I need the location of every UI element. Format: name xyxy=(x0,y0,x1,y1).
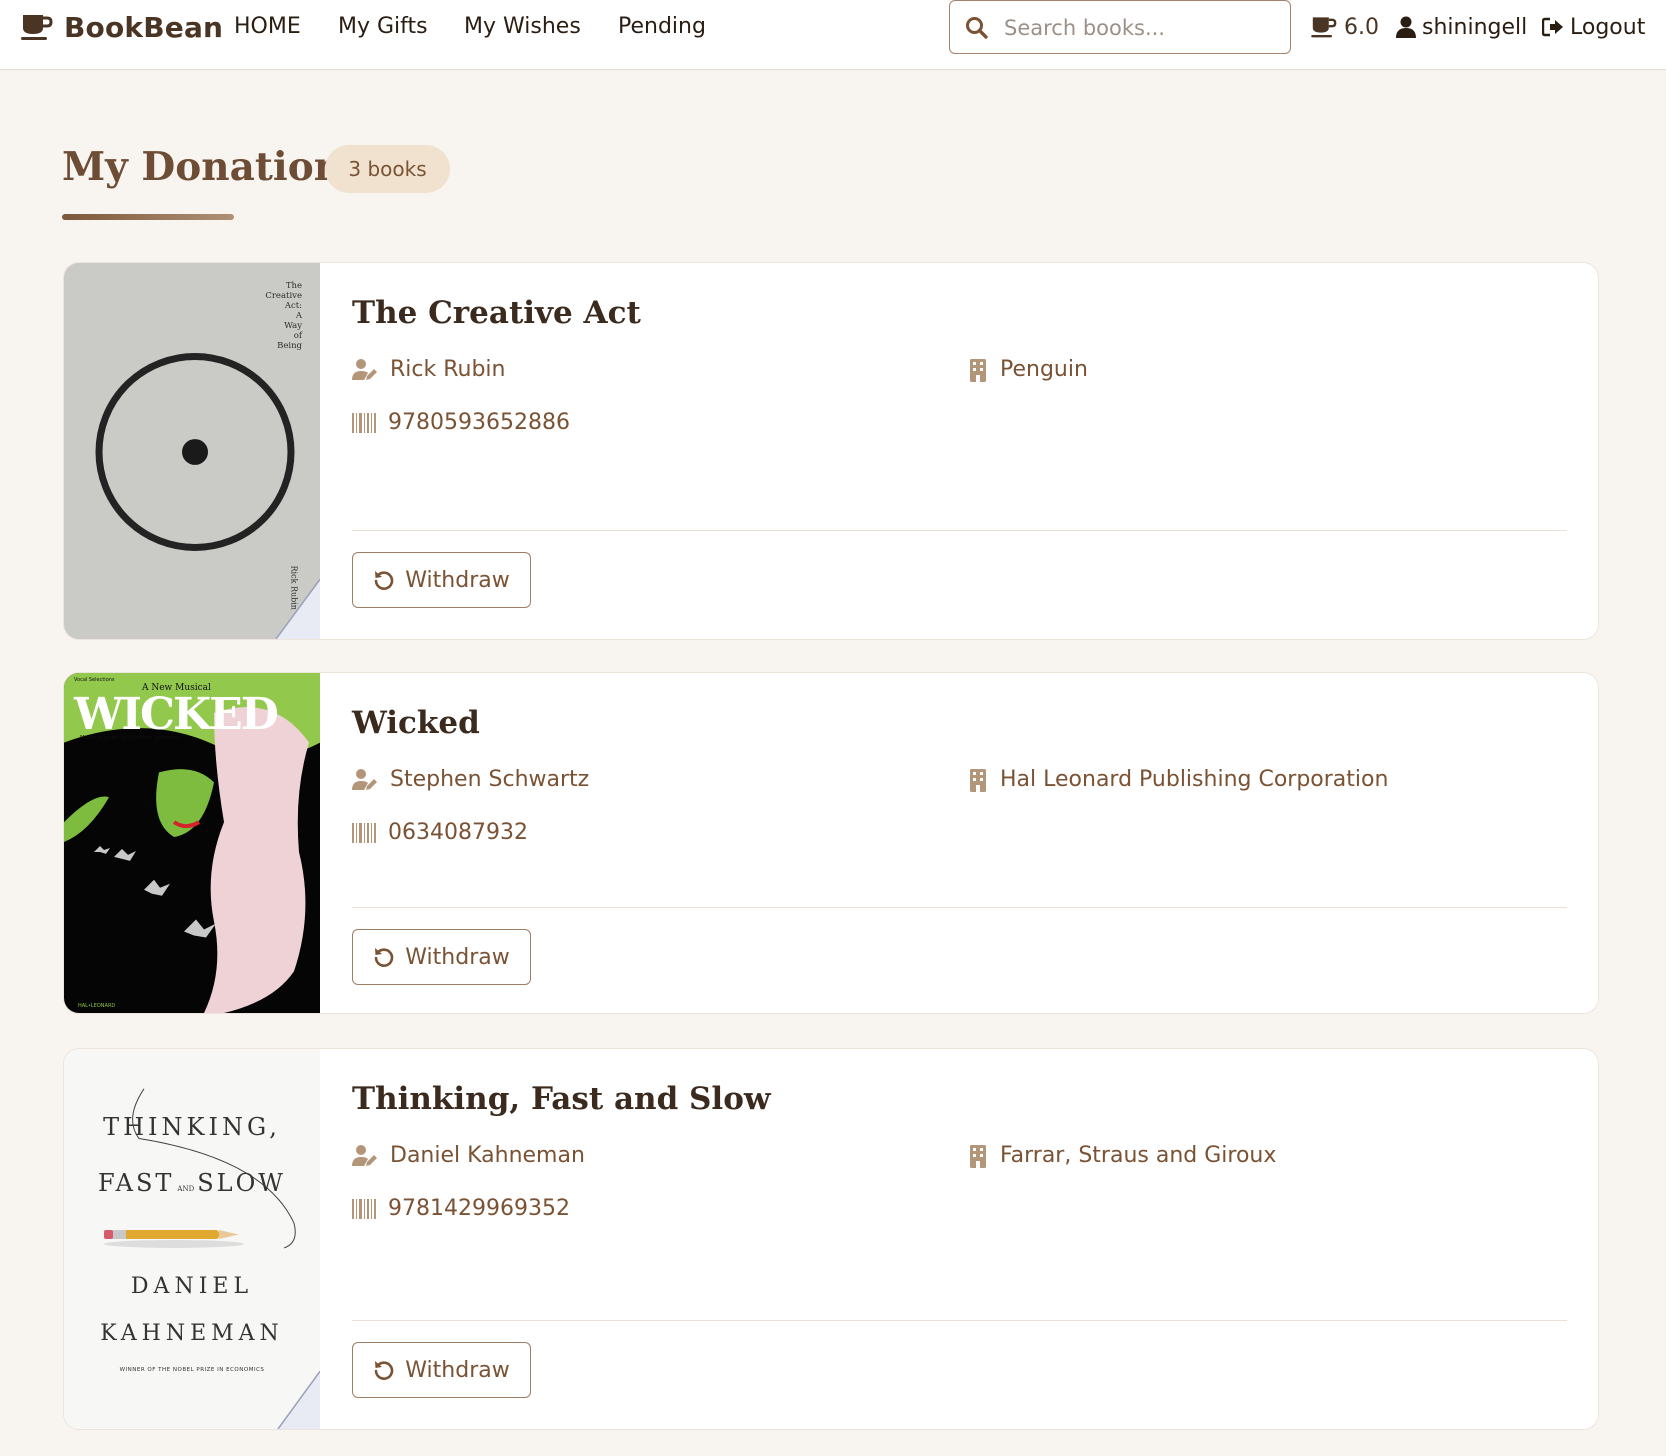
top-navbar: BookBean HOME My Gifts My Wishes Pending… xyxy=(0,0,1666,70)
card-divider xyxy=(352,1320,1567,1321)
title-underline xyxy=(62,214,234,220)
user-pen-icon xyxy=(352,768,377,790)
book-title: Wicked xyxy=(352,705,480,741)
coffee-cup-icon xyxy=(21,15,53,40)
nav-home[interactable]: HOME xyxy=(234,10,301,44)
user-profile-link[interactable]: shiningell xyxy=(1396,10,1527,44)
book-cover: THINKING, FAST AND SLOW DANIEL KAHNEMAN WI… xyxy=(64,1049,320,1429)
cover-author1: DANIEL xyxy=(130,1274,254,1299)
book-publisher: Penguin xyxy=(968,357,1088,382)
nav-my-gifts[interactable]: My Gifts xyxy=(338,10,428,44)
publisher-name: Farrar, Straus and Giroux xyxy=(1000,1143,1277,1168)
author-name: Rick Rubin xyxy=(390,357,506,382)
book-title: Thinking, Fast and Slow xyxy=(352,1081,771,1117)
withdraw-label: Withdraw xyxy=(405,1357,510,1383)
logout-label: Logout xyxy=(1570,14,1646,40)
user-pen-icon xyxy=(352,358,377,380)
book-title: The Creative Act xyxy=(352,295,641,331)
isbn-value: 9780593652886 xyxy=(388,410,570,435)
nav-my-wishes[interactable]: My Wishes xyxy=(464,10,581,44)
user-pen-icon xyxy=(352,1144,377,1166)
bean-count: 6.0 xyxy=(1344,14,1379,40)
cover-side-text: The Creative Act: A Way of Being xyxy=(265,281,302,351)
barcode-icon xyxy=(352,412,376,433)
donation-card: THINKING, FAST AND SLOW DANIEL KAHNEMAN WI… xyxy=(63,1048,1599,1430)
cover-title: WICKED xyxy=(74,689,279,740)
book-author: Rick Rubin xyxy=(352,357,506,382)
book-author: Daniel Kahneman xyxy=(352,1143,585,1168)
withdraw-button[interactable]: Withdraw xyxy=(352,552,531,608)
card-divider xyxy=(352,530,1567,531)
coffee-cup-icon xyxy=(1311,17,1337,38)
building-icon xyxy=(970,358,986,382)
isbn-value: 9781429969352 xyxy=(388,1196,570,1221)
building-icon xyxy=(970,1144,986,1168)
book-author: Stephen Schwartz xyxy=(352,767,589,792)
withdraw-button[interactable]: Withdraw xyxy=(352,929,531,985)
book-publisher: Farrar, Straus and Giroux xyxy=(968,1143,1276,1168)
book-publisher: Hal Leonard Publishing Corporation xyxy=(968,767,1388,792)
cover-tagline: WINNER OF THE NOBEL PRIZE IN ECONOMICS xyxy=(119,1367,265,1373)
logout-icon xyxy=(1542,17,1563,37)
cover-top-small: Vocal Selections xyxy=(74,677,115,683)
author-name: Stephen Schwartz xyxy=(390,767,590,792)
username: shiningell xyxy=(1422,14,1528,40)
cover-line1: THINKING, xyxy=(103,1113,281,1141)
book-isbn: 0634087932 xyxy=(352,820,528,845)
cover-spine-author: Rick Rubin xyxy=(289,565,299,610)
undo-icon xyxy=(374,948,394,967)
search-icon xyxy=(966,17,988,39)
withdraw-label: Withdraw xyxy=(405,944,510,970)
donation-card: Vocal Selections A New Musical WICKED Mu… xyxy=(63,672,1599,1014)
book-isbn: 9781429969352 xyxy=(352,1196,570,1221)
undo-icon xyxy=(374,571,394,590)
barcode-icon xyxy=(352,1198,376,1219)
donation-card: The Creative Act: A Way of Being Rick Ru… xyxy=(63,262,1599,640)
page-title: My Donations xyxy=(62,144,365,190)
brand-name: BookBean xyxy=(64,10,224,44)
brand-link[interactable]: BookBean xyxy=(20,9,223,45)
undo-icon xyxy=(374,1361,394,1380)
cover-author2: KAHNEMAN xyxy=(100,1321,284,1346)
isbn-value: 0634087932 xyxy=(388,820,528,845)
logout-link[interactable]: Logout xyxy=(1542,10,1645,44)
author-name: Daniel Kahneman xyxy=(390,1143,585,1168)
user-icon xyxy=(1396,16,1416,38)
publisher-name: Hal Leonard Publishing Corporation xyxy=(1000,767,1389,792)
cover-credit: Music & Lyrics by Stephen Schwartz xyxy=(80,735,179,741)
withdraw-button[interactable]: Withdraw xyxy=(352,1342,531,1398)
count-badge: 3 books xyxy=(325,145,450,193)
bean-balance[interactable]: 6.0 xyxy=(1310,10,1379,44)
barcode-icon xyxy=(352,822,376,843)
cover-publisher-logo: HAL•LEONARD xyxy=(78,1003,116,1009)
book-cover: The Creative Act: A Way of Being Rick Ru… xyxy=(64,263,320,639)
nav-pending[interactable]: Pending xyxy=(618,10,706,44)
search-input[interactable] xyxy=(1004,9,1279,47)
building-icon xyxy=(970,768,986,792)
search-box[interactable] xyxy=(949,0,1291,54)
withdraw-label: Withdraw xyxy=(405,567,510,593)
book-isbn: 9780593652886 xyxy=(352,410,570,435)
book-cover: Vocal Selections A New Musical WICKED Mu… xyxy=(64,673,320,1013)
publisher-name: Penguin xyxy=(1000,357,1088,382)
cover-line2: FAST AND SLOW xyxy=(98,1169,286,1197)
card-divider xyxy=(352,907,1567,908)
